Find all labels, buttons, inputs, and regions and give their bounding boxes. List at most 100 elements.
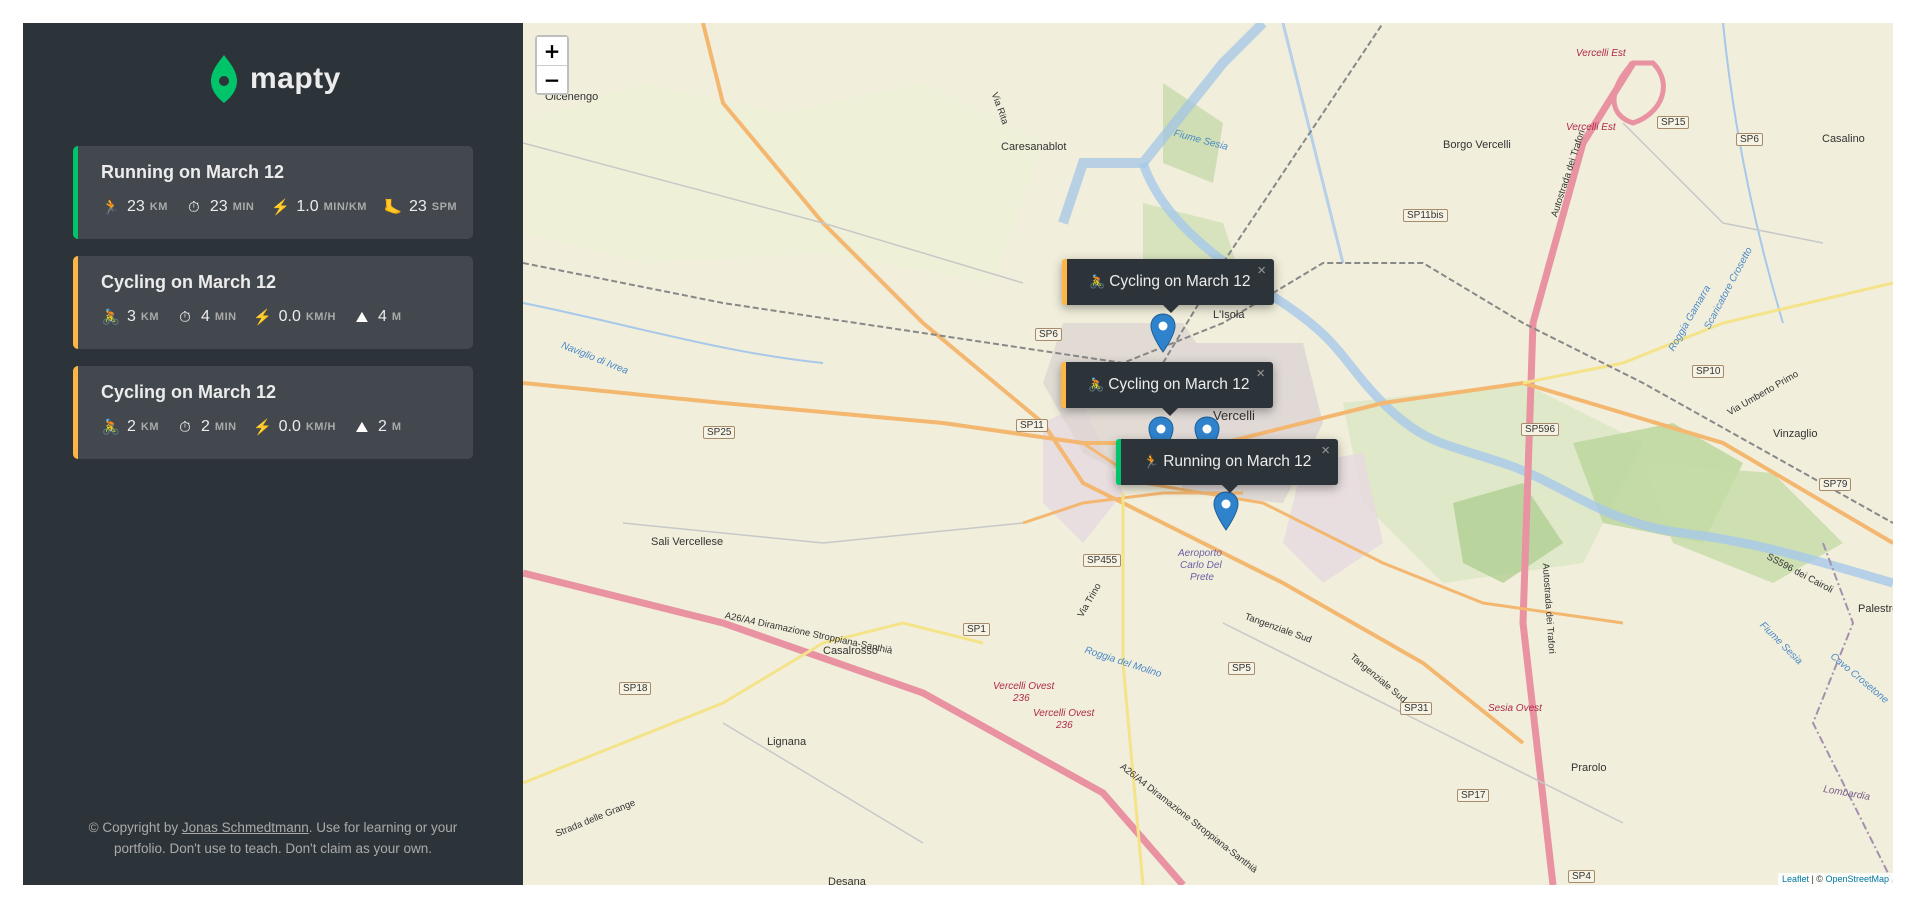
mountain-icon: ⛰ <box>355 308 369 326</box>
popup-label: Cycling on March 12 <box>1108 376 1250 393</box>
popup-tip <box>1221 485 1238 493</box>
workout-detail: ⚡ 0.0 km/h <box>253 417 336 437</box>
mountain-icon: ⛰ <box>355 418 369 436</box>
detail-value: 1.0 <box>296 198 319 215</box>
workout-popup: 🏃 Running on March 12 × <box>1116 439 1338 493</box>
place-label: Casalino <box>1822 133 1865 145</box>
map-attribution: Leaflet | © OpenStreetMap <box>1777 873 1893 885</box>
workout-detail: 🚴 3 km <box>101 307 159 327</box>
zoom-control: + − <box>535 35 569 95</box>
footprint-icon: 🦶 <box>383 199 403 216</box>
cyclist-icon: 🚴 <box>101 419 121 436</box>
map-marker-icon[interactable] <box>1150 313 1176 353</box>
workout-card[interactable]: Running on March 12 🏃 23 km ⏱ 23 min ⚡ 1.0 min/km… <box>73 146 473 239</box>
detail-unit: km <box>140 421 160 433</box>
copyright: © Copyright by Jonas Schmedtmann. Use fo… <box>73 817 473 859</box>
airport-label: Carlo Del <box>1180 560 1222 571</box>
attribution-sep: | © <box>1808 874 1826 884</box>
zoom-out-button[interactable]: − <box>537 65 567 93</box>
detail-unit: km/h <box>305 421 336 433</box>
place-label: Desana <box>828 876 866 885</box>
place-label: Borgo Vercelli <box>1443 139 1511 151</box>
detail-value: 3 <box>127 308 136 325</box>
detail-value: 2 <box>377 418 387 435</box>
workout-detail: ⛰ 2 m <box>352 417 402 437</box>
cyclist-icon: 🚴 <box>1088 377 1105 392</box>
detail-value: 2 <box>127 418 136 435</box>
detail-unit: km/h <box>305 311 336 323</box>
map-pin-logo-icon <box>211 55 237 103</box>
popup-tip <box>1161 408 1178 416</box>
sidebar: mapty Running on March 12 🏃 23 km ⏱ 23 min ⚡ 1.0… <box>23 23 523 885</box>
runner-icon: 🏃 <box>101 199 121 216</box>
workout-details: 🏃 23 km ⏱ 23 min ⚡ 1.0 min/km 🦶 23 spm <box>101 197 473 217</box>
road-sign: SP5 <box>1228 662 1255 675</box>
author-link[interactable]: Jonas Schmedtmann <box>182 820 309 835</box>
junction-label: 236 <box>1013 693 1030 704</box>
workout-detail: ⚡ 1.0 min/km <box>270 197 367 217</box>
popup-tip <box>1162 305 1179 313</box>
place-label: Lignana <box>767 736 807 748</box>
place-label: Vinzaglio <box>1773 428 1818 440</box>
lightning-icon: ⚡ <box>253 309 272 326</box>
road-sign: SP11 <box>1016 419 1048 432</box>
workout-details: 🚴 2 km ⏱ 2 min ⚡ 0.0 km/h ⛰ 2 m <box>101 417 473 437</box>
place-label: Palestro <box>1858 603 1893 615</box>
road-sign: SP18 <box>619 682 652 695</box>
workout-detail: ⏱ 2 min <box>175 417 237 437</box>
zoom-in-button[interactable]: + <box>537 37 567 65</box>
road-sign: SP10 <box>1692 365 1725 378</box>
workout-list: Running on March 12 🏃 23 km ⏱ 23 min ⚡ 1.0 min/km… <box>73 146 473 476</box>
workout-card[interactable]: Cycling on March 12 🚴 3 km ⏱ 4 min ⚡ 0.0 km/h ⛰ 4 m <box>73 256 473 349</box>
road-sign: SP4 <box>1568 870 1595 883</box>
detail-unit: km <box>149 201 168 213</box>
stopwatch-icon: ⏱ <box>179 308 191 326</box>
map[interactable]: Olcenengo Caresanablot Borgo Vercelli Ca… <box>523 23 1893 885</box>
logo: mapty <box>208 53 341 105</box>
popup-label: Cycling on March 12 <box>1109 273 1251 290</box>
road-sign: SP11bis <box>1403 209 1448 222</box>
detail-value: 0.0 <box>278 418 301 435</box>
workout-detail: ⏱ 23 min <box>184 197 254 217</box>
workout-detail: ⛰ 4 m <box>352 307 402 327</box>
workout-card[interactable]: Cycling on March 12 🚴 2 km ⏱ 2 min ⚡ 0.0 km/h ⛰ 2 m <box>73 366 473 459</box>
stopwatch-icon: ⏱ <box>179 418 191 436</box>
close-icon[interactable]: × <box>1257 262 1266 279</box>
workout-title: Cycling on March 12 <box>101 272 277 292</box>
junction-label: 236 <box>1056 720 1073 731</box>
junction-label: Vercelli Ovest <box>993 681 1055 692</box>
detail-unit: m <box>391 421 402 433</box>
place-label: Sali Vercellese <box>651 536 724 548</box>
detail-unit: min/km <box>323 201 367 213</box>
road-sign: SP31 <box>1400 702 1433 715</box>
place-label: Prarolo <box>1571 762 1607 774</box>
detail-unit: min <box>214 311 237 323</box>
leaflet-link[interactable]: Leaflet <box>1782 874 1809 884</box>
detail-value: 23 <box>209 198 228 215</box>
airport-label: Aeroporto <box>1178 548 1222 559</box>
road-sign: SP79 <box>1819 478 1852 491</box>
runner-icon: 🏃 <box>1143 454 1160 469</box>
road-sign: SP15 <box>1657 116 1690 129</box>
cyclist-icon: 🚴 <box>1089 274 1106 289</box>
popup-label: Running on March 12 <box>1163 453 1312 470</box>
detail-value: 0.0 <box>278 308 301 325</box>
workout-title: Running on March 12 <box>101 162 285 182</box>
junction-label: Vercelli Est <box>1566 122 1616 133</box>
junction-label: Vercelli Est <box>1576 48 1626 59</box>
workout-details: 🚴 3 km ⏱ 4 min ⚡ 0.0 km/h ⛰ 4 m <box>101 307 473 327</box>
close-icon[interactable]: × <box>1256 365 1265 382</box>
road-sign: SP17 <box>1457 789 1490 802</box>
detail-unit: min <box>214 421 237 433</box>
airport-label: Prete <box>1190 572 1214 583</box>
detail-value: 4 <box>377 308 387 325</box>
map-marker-icon[interactable] <box>1213 491 1239 531</box>
logo-text: mapty <box>250 62 341 95</box>
workout-popup: 🚴 Cycling on March 12 × <box>1061 362 1273 416</box>
workout-detail: ⏱ 4 min <box>175 307 237 327</box>
road-sign: SP596 <box>1521 423 1560 436</box>
osm-link[interactable]: OpenStreetMap <box>1825 874 1889 884</box>
app-container: mapty Running on March 12 🏃 23 km ⏱ 23 min ⚡ 1.0… <box>23 23 1893 885</box>
close-icon[interactable]: × <box>1321 442 1330 459</box>
detail-value: 2 <box>201 418 210 435</box>
